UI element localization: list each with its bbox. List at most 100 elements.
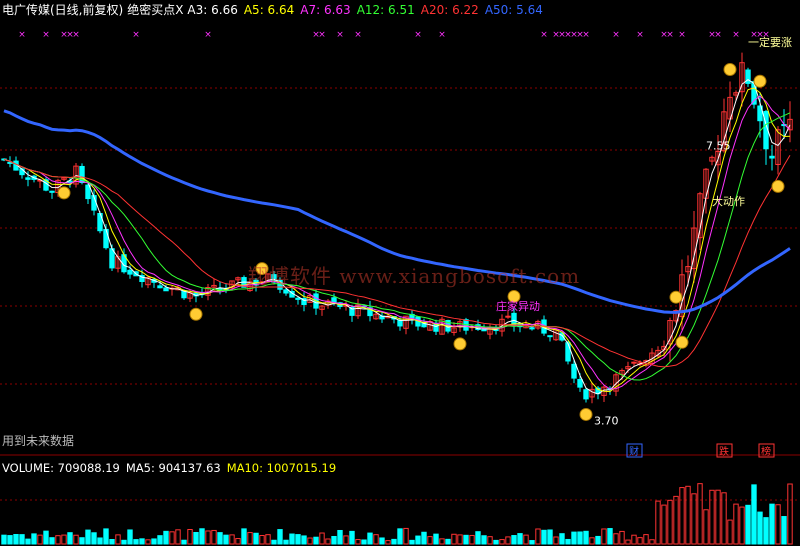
volume-bar: [625, 539, 631, 545]
volume-bar: [133, 539, 139, 545]
candle-body: [283, 289, 289, 294]
signal-cross: ×: [666, 30, 674, 40]
volume-bar: [451, 533, 457, 545]
candle-body: [163, 287, 169, 292]
annotation-4: 3.70: [594, 414, 619, 427]
signal-cross: ×: [582, 30, 590, 40]
volume-bar: [199, 528, 205, 545]
volume-bar: [175, 529, 181, 545]
volume-bar: [73, 534, 79, 545]
smiley-icon: [669, 290, 683, 304]
signal-cross: ×: [540, 30, 548, 40]
volume-bar: [187, 529, 193, 545]
volume-bar: [541, 529, 547, 545]
volume-bar: [553, 536, 559, 545]
signal-cross: ×: [72, 30, 80, 40]
volume-bar: [535, 528, 541, 545]
ma-line-5: [3, 87, 791, 393]
volume-bar: [589, 537, 595, 545]
volume-bar: [115, 534, 121, 545]
volume-bar: [229, 534, 235, 545]
volume-bar: [343, 535, 349, 545]
moving-averages: [3, 79, 791, 395]
volume-bar: [331, 535, 337, 545]
signal-cross: ×: [732, 30, 740, 40]
volume-bar: [79, 537, 85, 545]
volume-bar: [709, 489, 715, 545]
volume-bar: [637, 537, 643, 545]
volume-bar: [49, 537, 55, 545]
money-bag-icon: [579, 407, 593, 421]
volume-bar: [85, 529, 91, 545]
signal-cross: ×: [678, 30, 686, 40]
candle-body: [103, 228, 109, 249]
volume-bar: [247, 532, 253, 545]
volume-bar: [403, 527, 409, 545]
volume-bar: [367, 532, 373, 545]
money-bag-icon: [771, 179, 785, 193]
candle-body: [25, 177, 31, 180]
volume-bar: [19, 534, 25, 545]
volume-bar: [565, 538, 571, 545]
volume-bar: [163, 530, 169, 545]
volume-bar: [265, 534, 271, 545]
volume-bar: [43, 530, 49, 545]
volume-bar: [511, 535, 517, 545]
signal-cross: ×: [42, 30, 50, 40]
volume-bar: [475, 531, 481, 545]
volume-bar: [139, 538, 145, 545]
volume-bar: [457, 534, 463, 545]
signal-cross: ×: [714, 30, 722, 40]
volume-bar: [379, 537, 385, 545]
smiley-icon: [753, 74, 767, 88]
volume-bar: [385, 540, 391, 545]
volume-bar: [493, 539, 499, 545]
volume-bar: [253, 532, 259, 545]
volume-bar: [655, 500, 661, 545]
volume-bar: [415, 535, 421, 545]
volume-bar: [469, 534, 475, 545]
volume-bar: [397, 528, 403, 545]
volume-bar: [283, 539, 289, 545]
volume-bar: [559, 533, 565, 545]
volume-bar: [661, 504, 667, 545]
volume-bar: [763, 517, 769, 545]
annotations: 7.55 一定要涨大动作庄家异动 3.70 财 跌 榜: [496, 35, 792, 458]
volume-bar: [151, 538, 157, 545]
volume-bar: [733, 503, 739, 545]
volume-bar: [409, 539, 415, 545]
money-bag-icon: [453, 337, 467, 351]
volume-bar: [157, 535, 163, 545]
candle-body: [577, 378, 583, 388]
future-data-note: 用到未来数据: [2, 434, 75, 448]
volume-bar: [421, 531, 427, 545]
volume-bar: [583, 530, 589, 545]
event-badge-1: 跌: [719, 445, 729, 458]
volume-bar: [679, 487, 685, 545]
volume-bar: [181, 539, 187, 545]
signal-markers: × × ××× × × ×× × × × × × ×××××× × × ×× × ×× × ×××: [18, 30, 785, 421]
money-bag-icon: [57, 186, 71, 200]
volume-bar: [727, 519, 733, 545]
volume-bar: [607, 528, 613, 545]
volume-bar: [739, 506, 745, 545]
signal-cross: ×: [612, 30, 620, 40]
volume-bar: [55, 535, 61, 545]
volume-bar: [193, 531, 199, 545]
volume-bar: [775, 504, 781, 545]
candle-body: [397, 319, 403, 327]
volume-bar: [241, 528, 247, 545]
volume-legend-item-0: VOLUME: 709088.19: [2, 461, 120, 475]
volume-bar: [325, 538, 331, 545]
volume-bar: [523, 534, 529, 545]
volume-bar: [547, 529, 553, 545]
volume-bar: [499, 539, 505, 545]
volume-bar: [577, 531, 583, 545]
signal-cross: ×: [18, 30, 26, 40]
volume-bar: [289, 533, 295, 545]
money-bag-icon: [189, 307, 203, 321]
volume-bar: [319, 532, 325, 545]
signal-cross: ×: [438, 30, 446, 40]
money-bag-icon: [675, 335, 689, 349]
volume-header: VOLUME: 709088.19 MA5: 904137.63 MA10: 100…: [2, 461, 346, 475]
